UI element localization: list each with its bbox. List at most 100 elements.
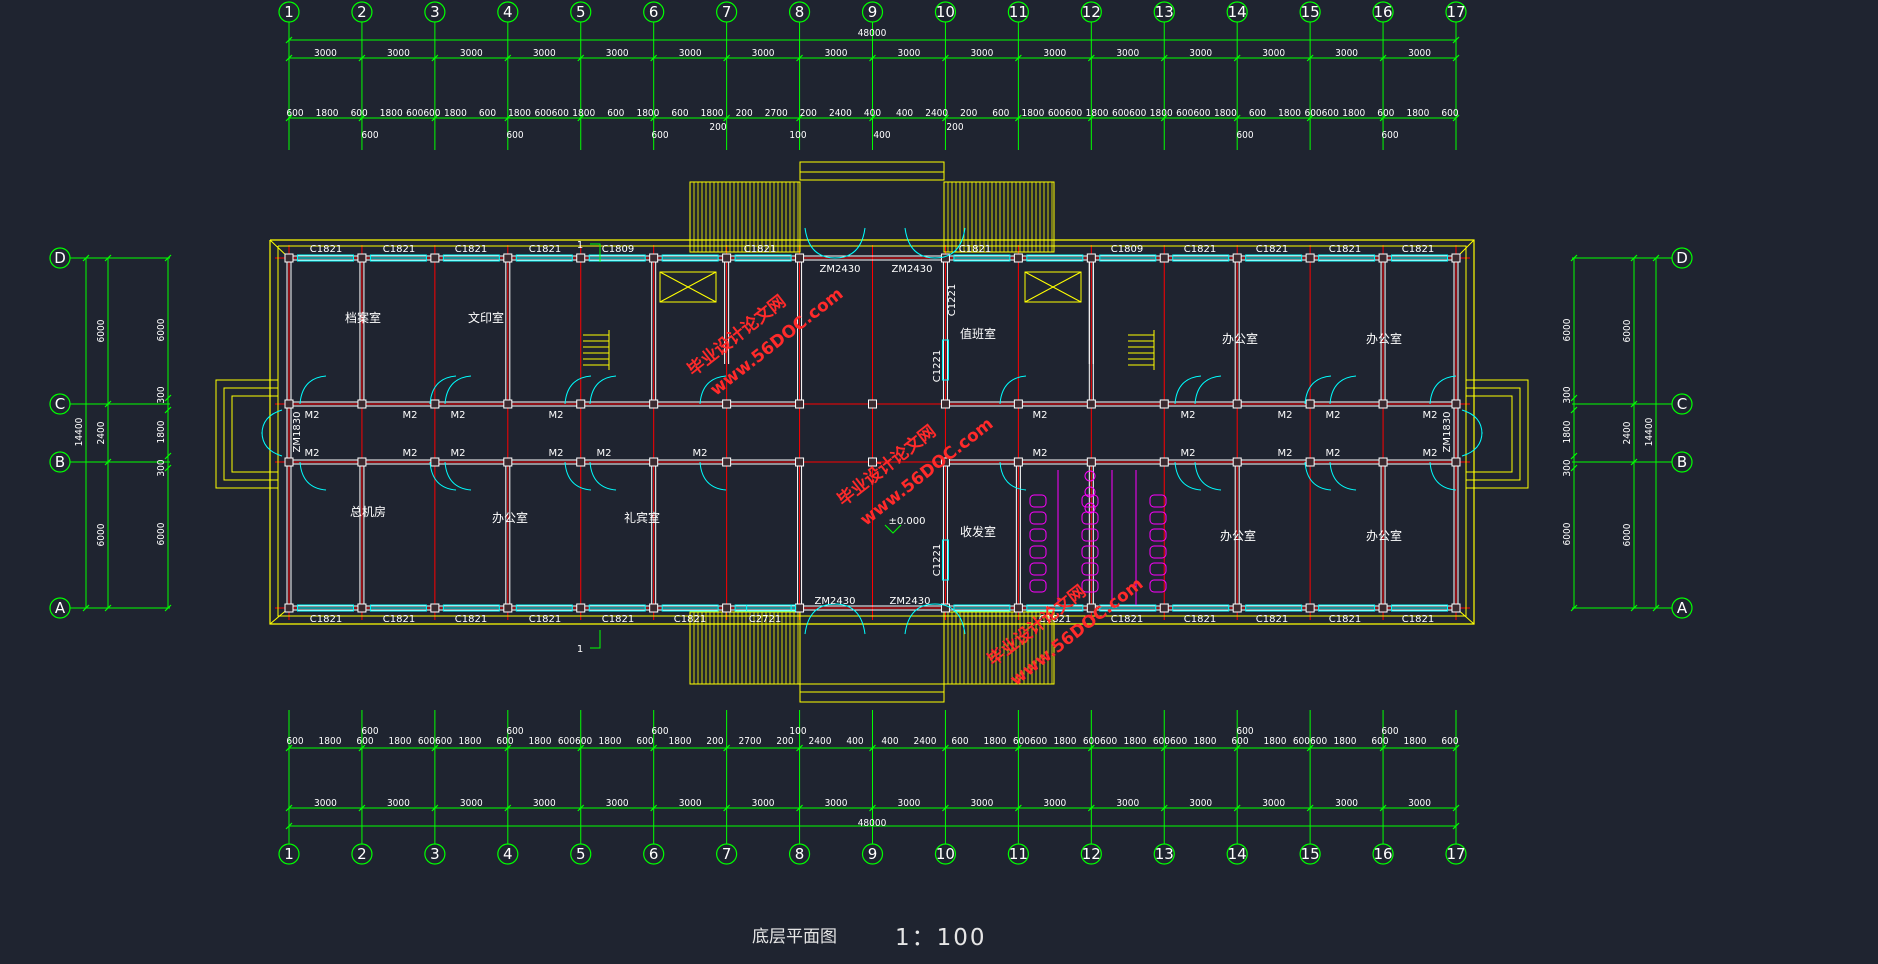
east-door-a: [1461, 409, 1483, 435]
axis-label-10-bottom: 10: [936, 845, 955, 863]
dim-bay-bottom-6: 3000: [752, 798, 775, 809]
door-north-7: [1174, 375, 1202, 405]
dim-detail-top-21: 200: [960, 108, 977, 119]
dim-detail-top-2: 600: [351, 108, 368, 119]
north-steps-right-frame: [943, 181, 1055, 253]
toilet-2-0: [1149, 494, 1167, 508]
vdim-inner-left-0: 6000: [156, 318, 167, 341]
window-label-bottom-5: C1821: [674, 614, 706, 625]
dim-detail-bottom-19: 600: [951, 736, 968, 747]
dim-sub-top-8: 600: [1381, 130, 1398, 141]
axis-label-15-bottom: 15: [1301, 845, 1320, 863]
door-south-2: [444, 461, 472, 491]
dim-sub-bottom-5: 600: [1381, 726, 1398, 737]
dim-detail-top-13: 1800: [701, 108, 724, 119]
axis-label-2-top: 2: [357, 3, 367, 21]
door-south-8: [1194, 461, 1222, 491]
west-door-b: [261, 431, 283, 457]
dim-detail-top-11: 1800: [636, 108, 659, 119]
column-3-C: [430, 399, 440, 409]
axis-label-B-right: B: [1677, 453, 1687, 471]
dim-bay-top-10: 3000: [1043, 48, 1066, 59]
door-label-n2-2: M2: [1278, 410, 1293, 421]
column-12-C: [1086, 399, 1096, 409]
toilet-0-2: [1029, 528, 1047, 542]
column-13-A: [1159, 603, 1169, 613]
column-1-A: [284, 603, 294, 613]
window-label-bottom-1: C1821: [383, 614, 415, 625]
axis-label-D-left: D: [54, 249, 66, 267]
axis-label-4-top: 4: [503, 3, 513, 21]
dim-detail-bottom-20: 1800: [984, 736, 1007, 747]
axis-label-14-bottom: 14: [1228, 845, 1247, 863]
dim-detail-top-17: 2400: [829, 108, 852, 119]
entrance-label-se: ZM2430: [890, 596, 931, 607]
axis-label-12-bottom: 12: [1082, 845, 1101, 863]
door-label-n2-3: M2: [1326, 410, 1341, 421]
room-north-4: 办公室: [1366, 331, 1402, 346]
dim-detail-bottom-9: 1800: [599, 736, 622, 747]
column-14-B: [1232, 457, 1242, 467]
column-5-C: [576, 399, 586, 409]
axis-label-4-bottom: 4: [503, 845, 513, 863]
window-label-top-0: C1821: [310, 244, 342, 255]
entrance-label-nw: ZM2430: [820, 264, 861, 275]
axis-label-16-top: 16: [1374, 3, 1393, 21]
dim-bay-bottom-5: 3000: [679, 798, 702, 809]
vdim-inner-right-4: 6000: [1562, 522, 1573, 545]
vdim-bay-left-0: 6000: [96, 319, 107, 342]
window-label-side-1: C1221: [932, 350, 943, 382]
dim-detail-bottom-25: 600600: [1153, 736, 1188, 747]
dim-detail-bottom-6: 600: [496, 736, 513, 747]
column-8-D: [795, 253, 805, 263]
door-south-10: [1329, 461, 1357, 491]
dim-detail-bottom-21: 600600: [1013, 736, 1048, 747]
dim-detail-top-0: 600: [286, 108, 303, 119]
column-11-B: [1013, 457, 1023, 467]
column-5-A: [576, 603, 586, 613]
column-4-A: [503, 603, 513, 613]
axis-label-7-top: 7: [722, 3, 732, 21]
entrance-door-a-0: [804, 227, 836, 259]
column-15-B: [1305, 457, 1315, 467]
dim-detail-top-23: 1800: [1021, 108, 1044, 119]
dim-bay-bottom-2: 3000: [460, 798, 483, 809]
dim-bay-top-6: 3000: [752, 48, 775, 59]
dim-sub-top-3: 200: [709, 122, 726, 133]
door-label-n-0: M2: [305, 410, 320, 421]
dim-sub-bottom-0: 600: [361, 726, 378, 737]
dim-bay-bottom-13: 3000: [1262, 798, 1285, 809]
dim-detail-bottom-31: 600: [1371, 736, 1388, 747]
dim-detail-top-7: 1800: [508, 108, 531, 119]
dim-detail-top-8: 600600: [534, 108, 569, 119]
room-south-5: 办公室: [1366, 528, 1402, 543]
dim-detail-top-20: 2400: [925, 108, 948, 119]
dim-detail-bottom-33: 600: [1441, 736, 1458, 747]
window-label-bottom-0: C1821: [310, 614, 342, 625]
window-label-bottom-11: C1821: [1329, 614, 1361, 625]
axis-label-7-bottom: 7: [722, 845, 732, 863]
column-6-C: [649, 399, 659, 409]
toilet-2-2: [1149, 528, 1167, 542]
toilet-1-3: [1081, 545, 1099, 559]
toilet-0-1: [1029, 511, 1047, 525]
dim-detail-top-28: 600600: [1176, 108, 1211, 119]
room-south-1: 办公室: [492, 510, 528, 525]
window-label-top-10: C1821: [1329, 244, 1361, 255]
dim-sub-top-6: 200: [946, 122, 963, 133]
door-north-8: [1194, 375, 1222, 405]
section-line-bottom: [590, 630, 601, 649]
room-south-4: 办公室: [1220, 528, 1256, 543]
axis-label-B-left: B: [55, 453, 65, 471]
dim-bay-bottom-8: 3000: [898, 798, 921, 809]
window-label-bottom-12: C1821: [1402, 614, 1434, 625]
door-label-n2-0: M2: [1033, 410, 1048, 421]
floor-plan-drawing: 48000 48000 3000 3000 3000 3000 3000 3000 3000 30…: [0, 0, 1878, 964]
section-line-top: [590, 243, 601, 262]
vdim-bay-left-1: 2400: [96, 421, 107, 444]
column-8-A: [795, 603, 805, 613]
dim-detail-bottom-8: 600600: [558, 736, 593, 747]
door-label-s-7: M2: [1181, 448, 1196, 459]
dim-detail-bottom-15: 2400: [809, 736, 832, 747]
dim-detail-top-9: 1800: [572, 108, 595, 119]
